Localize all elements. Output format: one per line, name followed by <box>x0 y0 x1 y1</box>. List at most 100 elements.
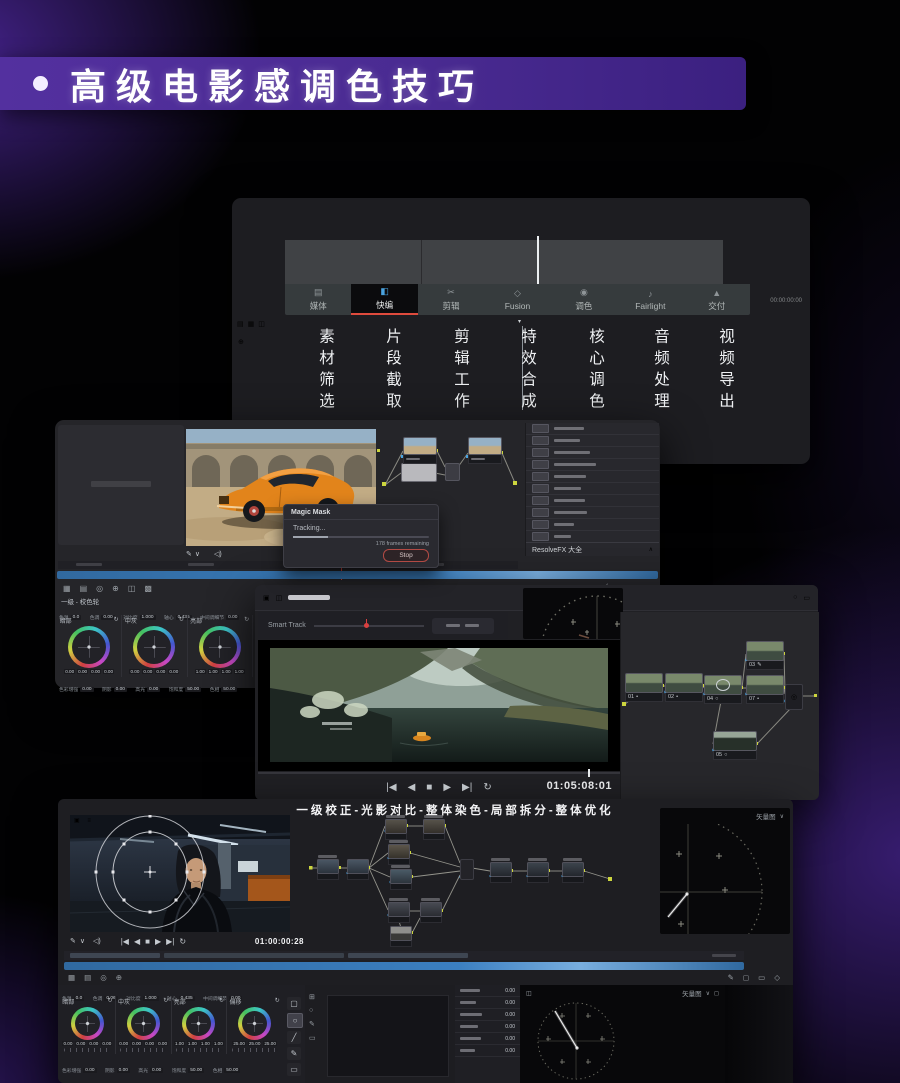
wheel-gamma[interactable]: 中灰↻ 0.000.000.000.00 <box>121 615 186 677</box>
goto-start-button[interactable]: |◀ <box>386 782 396 793</box>
tab-fairlight[interactable]: ♪Fairlight <box>617 284 683 315</box>
play-reverse-button[interactable]: ◀ <box>134 937 140 946</box>
effect-item[interactable] <box>526 423 659 435</box>
track-playhead[interactable] <box>364 623 369 628</box>
goto-start-button[interactable]: |◀ <box>121 937 129 946</box>
play-button[interactable]: ▶ <box>443 782 451 793</box>
graph-node-car-1[interactable] <box>403 437 437 464</box>
effect-item[interactable] <box>526 459 659 471</box>
timeline-scroll-bar[interactable] <box>57 571 658 579</box>
toolbar-icon[interactable]: ⊕ <box>112 584 119 593</box>
mini-buttons[interactable] <box>432 618 494 634</box>
collapse-icon[interactable]: ∧ <box>649 546 653 553</box>
toolbar-icon[interactable]: ◎ <box>100 973 107 982</box>
polygon-window-tool[interactable]: ╱ <box>287 1031 301 1044</box>
reset-icon[interactable]: ↻ <box>219 997 224 1006</box>
toolbar-icon[interactable]: ◇ <box>774 973 780 982</box>
param-value[interactable]: 50.00 <box>185 687 201 692</box>
param-value[interactable]: 0.00 <box>114 687 127 692</box>
reset-icon[interactable]: ↻ <box>163 997 168 1006</box>
effect-item[interactable] <box>526 471 659 483</box>
loop-button[interactable]: ↻ <box>483 782 491 793</box>
timeline-clips-row[interactable] <box>64 951 744 960</box>
chevron-down-icon[interactable]: ∨ <box>706 990 710 997</box>
pen-tool-icon[interactable]: ✎ <box>309 1020 316 1028</box>
graph-node-matte[interactable] <box>401 463 437 482</box>
toolbar-icon[interactable]: ◫ <box>128 584 136 593</box>
timeline-scroll-bar[interactable] <box>64 962 744 970</box>
effect-item[interactable] <box>526 507 659 519</box>
tracker-row[interactable]: 0.00 <box>455 1009 520 1021</box>
rect-tool-icon[interactable]: ▭ <box>309 1034 316 1042</box>
effect-item[interactable] <box>526 519 659 531</box>
tracker-row[interactable]: 0.00 <box>455 997 520 1009</box>
node-split-a[interactable] <box>388 902 410 923</box>
panel-icon[interactable]: ▣ <box>263 594 270 602</box>
goto-end-button[interactable]: ▶| <box>462 782 472 793</box>
audio-icon[interactable]: ◁) <box>93 937 101 945</box>
param-value[interactable]: 50.00 <box>188 1068 204 1073</box>
tools-icon[interactable]: ▭ <box>803 594 810 602</box>
tab-fusion[interactable]: ◇Fusion <box>484 284 550 315</box>
tab-deliver[interactable]: ▲交付 <box>684 284 750 315</box>
tab-color[interactable]: ◉调色 <box>551 284 617 315</box>
toolbar-icon[interactable]: ⊕ <box>116 973 122 982</box>
node-01[interactable]: 01• <box>625 673 663 702</box>
play-reverse-button[interactable]: ◀ <box>408 782 416 793</box>
reset-icon[interactable]: ↻ <box>179 616 184 625</box>
node-optimize[interactable] <box>562 862 584 883</box>
gain-wheel-control[interactable] <box>182 1007 215 1040</box>
node-tint[interactable] <box>388 844 410 865</box>
viewer-overlay-icons[interactable]: ▣ ≡ <box>74 817 94 824</box>
effect-item[interactable] <box>526 483 659 495</box>
param-value[interactable]: 0.00 <box>83 1068 96 1073</box>
node-05[interactable]: 05○ <box>713 731 757 760</box>
node-grain[interactable] <box>527 862 549 883</box>
tracker-row[interactable]: 0.00 <box>455 1021 520 1033</box>
audio-icon[interactable]: ◁) <box>214 550 222 558</box>
node-denoise[interactable] <box>490 862 512 883</box>
node-split-b[interactable] <box>420 902 442 923</box>
reset-icon[interactable]: ↻ <box>108 997 113 1006</box>
wheel-offset[interactable]: 偏移↻ 25.0025.0025.00 <box>226 996 282 1054</box>
target-icon[interactable]: ✎ <box>70 937 76 945</box>
viewer-scrub-bar[interactable] <box>258 772 620 774</box>
toolbar-icon[interactable]: ▤ <box>84 973 91 982</box>
stop-button[interactable]: ■ <box>426 782 432 793</box>
strip-playhead[interactable] <box>537 236 539 288</box>
toolbar-icon[interactable]: ◻ <box>743 973 749 982</box>
wheel-gamma[interactable]: 中灰↻ 0.000.000.000.00 <box>115 996 171 1054</box>
param-value[interactable]: 0.00 <box>80 687 93 692</box>
chevron-down-icon[interactable]: ∨ <box>780 813 784 820</box>
toolbar-icon[interactable]: ▦ <box>63 584 71 593</box>
effect-item[interactable] <box>526 495 659 507</box>
gain-wheel-control[interactable] <box>199 626 241 668</box>
graph-node-car-2[interactable] <box>468 437 502 464</box>
node-balance[interactable] <box>347 859 369 880</box>
node-contrast-b[interactable] <box>423 819 445 840</box>
tracker-row[interactable]: 0.00 <box>455 985 520 997</box>
reset-icon[interactable]: ↻ <box>114 616 119 625</box>
panel-icon[interactable]: ◫ <box>276 594 283 602</box>
gamma-wheel-control[interactable] <box>127 1007 160 1040</box>
tab-media[interactable]: ▤媒体 <box>285 284 351 315</box>
param-value[interactable]: 50.00 <box>221 687 237 692</box>
node-graph-panel[interactable]: 01• 02• 04○ 03✎ 07• 05○ ◎ <box>620 612 819 800</box>
scope-type-label[interactable]: 矢量图 <box>682 988 702 998</box>
goto-end-button[interactable]: ▶| <box>166 937 174 946</box>
reset-icon[interactable]: ↻ <box>275 997 280 1006</box>
scope-settings-icon[interactable]: ◫ <box>526 990 532 997</box>
node-primary[interactable] <box>317 859 339 880</box>
node-matte[interactable] <box>390 926 412 947</box>
grid-tool-icon[interactable]: ⊞ <box>309 993 316 1001</box>
play-button[interactable]: ▶ <box>155 937 161 946</box>
effect-item[interactable] <box>526 435 659 447</box>
toolbar-icon[interactable]: ▩ <box>144 584 152 593</box>
lift-wheel-control[interactable] <box>68 626 110 668</box>
toolbar-icon[interactable]: ▦ <box>68 973 75 982</box>
graph-node-mixer[interactable] <box>445 463 460 481</box>
reset-icon[interactable]: ↻ <box>244 616 249 625</box>
pen-window-tool[interactable]: ✎ <box>287 1047 301 1060</box>
wheel-gain[interactable]: 亮部↻ 1.001.001.001.00 <box>171 996 227 1054</box>
param-value[interactable]: 50.00 <box>224 1068 240 1073</box>
